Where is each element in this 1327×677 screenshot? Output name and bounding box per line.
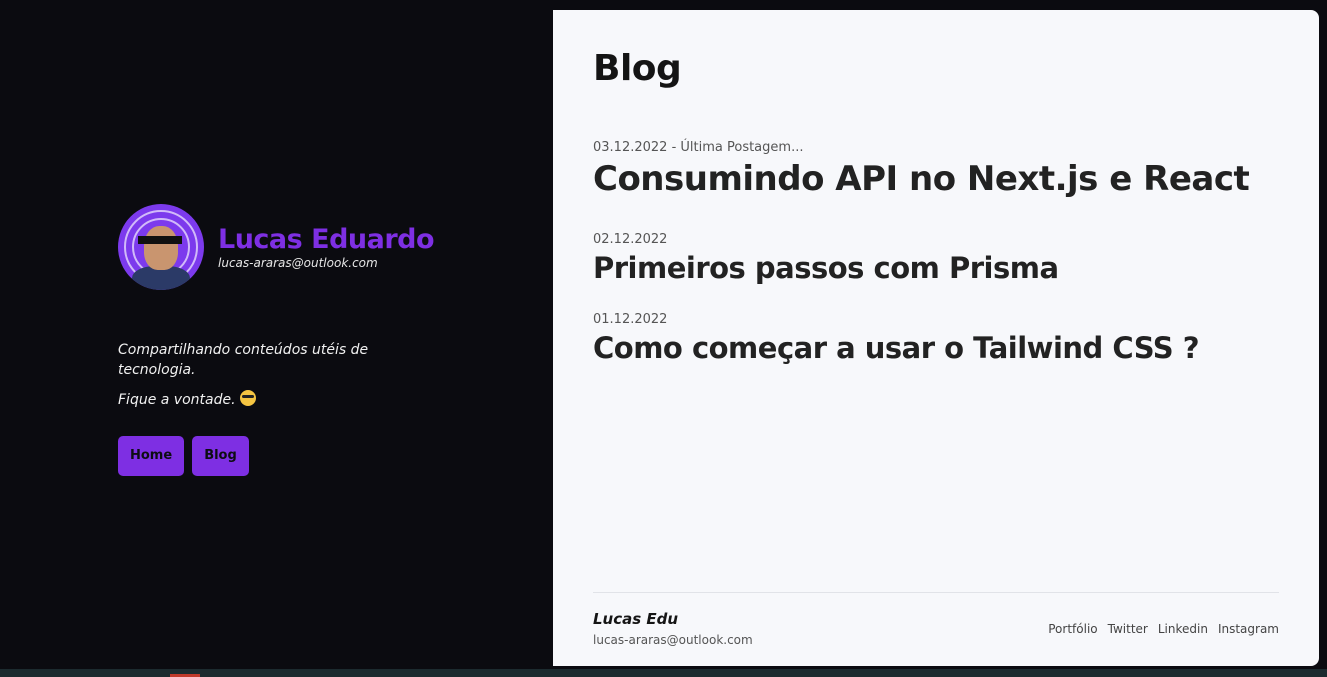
post-title[interactable]: Como começar a usar o Tailwind CSS ? [593,328,1200,368]
footer-link-instagram[interactable]: Instagram [1218,622,1279,636]
post-date: 02.12.2022 [593,232,668,247]
post-item[interactable]: 02.12.2022 Primeiros passos com Prisma [593,232,1059,288]
footer-links: Portfólio Twitter Linkedin Instagram [1048,622,1279,636]
footer-link-twitter[interactable]: Twitter [1108,622,1148,636]
profile-tagline: Compartilhando conteúdos utéis de tecnol… [118,342,369,378]
post-item[interactable]: 03.12.2022 - Última Postagem... Consumin… [593,140,1250,202]
post-title[interactable]: Consumindo API no Next.js e React [593,156,1250,202]
sunglasses-emoji-icon [239,390,256,406]
profile-email: lucas-araras@outlook.com [218,256,378,270]
post-date: 03.12.2022 - Última Postagem... [593,140,804,155]
blog-content-panel: Blog 03.12.2022 - Última Postagem... Con… [553,10,1319,666]
post-title[interactable]: Primeiros passos com Prisma [593,248,1059,288]
avatar [118,204,204,290]
taskbar-strip [0,669,1327,677]
home-button[interactable]: Home [118,436,185,476]
avatar-face [144,226,178,270]
profile-name: Lucas Eduardo [218,224,435,255]
post-date: 01.12.2022 [593,312,668,327]
footer-link-linkedin[interactable]: Linkedin [1158,622,1208,636]
footer-name: Lucas Edu [593,610,679,628]
main-nav: Home Blog [118,436,478,476]
footer-divider [593,592,1279,593]
profile-tagline-2-text: Fique a vontade. [118,392,236,408]
profile-tagline-2: Fique a vontade. [118,390,478,410]
profile-header: Lucas Eduardo lucas-araras@outlook.com [118,204,478,290]
avatar-glasses [138,236,182,244]
footer-link-portfolio[interactable]: Portfólio [1048,622,1097,636]
app-frame: Lucas Eduardo lucas-araras@outlook.com C… [0,0,1327,677]
blog-button[interactable]: Blog [192,436,249,476]
post-item[interactable]: 01.12.2022 Como começar a usar o Tailwin… [593,312,1200,368]
page-title: Blog [593,48,682,89]
profile-identity: Lucas Eduardo lucas-araras@outlook.com [218,224,435,270]
footer-email: lucas-araras@outlook.com [593,633,753,647]
profile-panel: Lucas Eduardo lucas-araras@outlook.com C… [118,204,478,476]
